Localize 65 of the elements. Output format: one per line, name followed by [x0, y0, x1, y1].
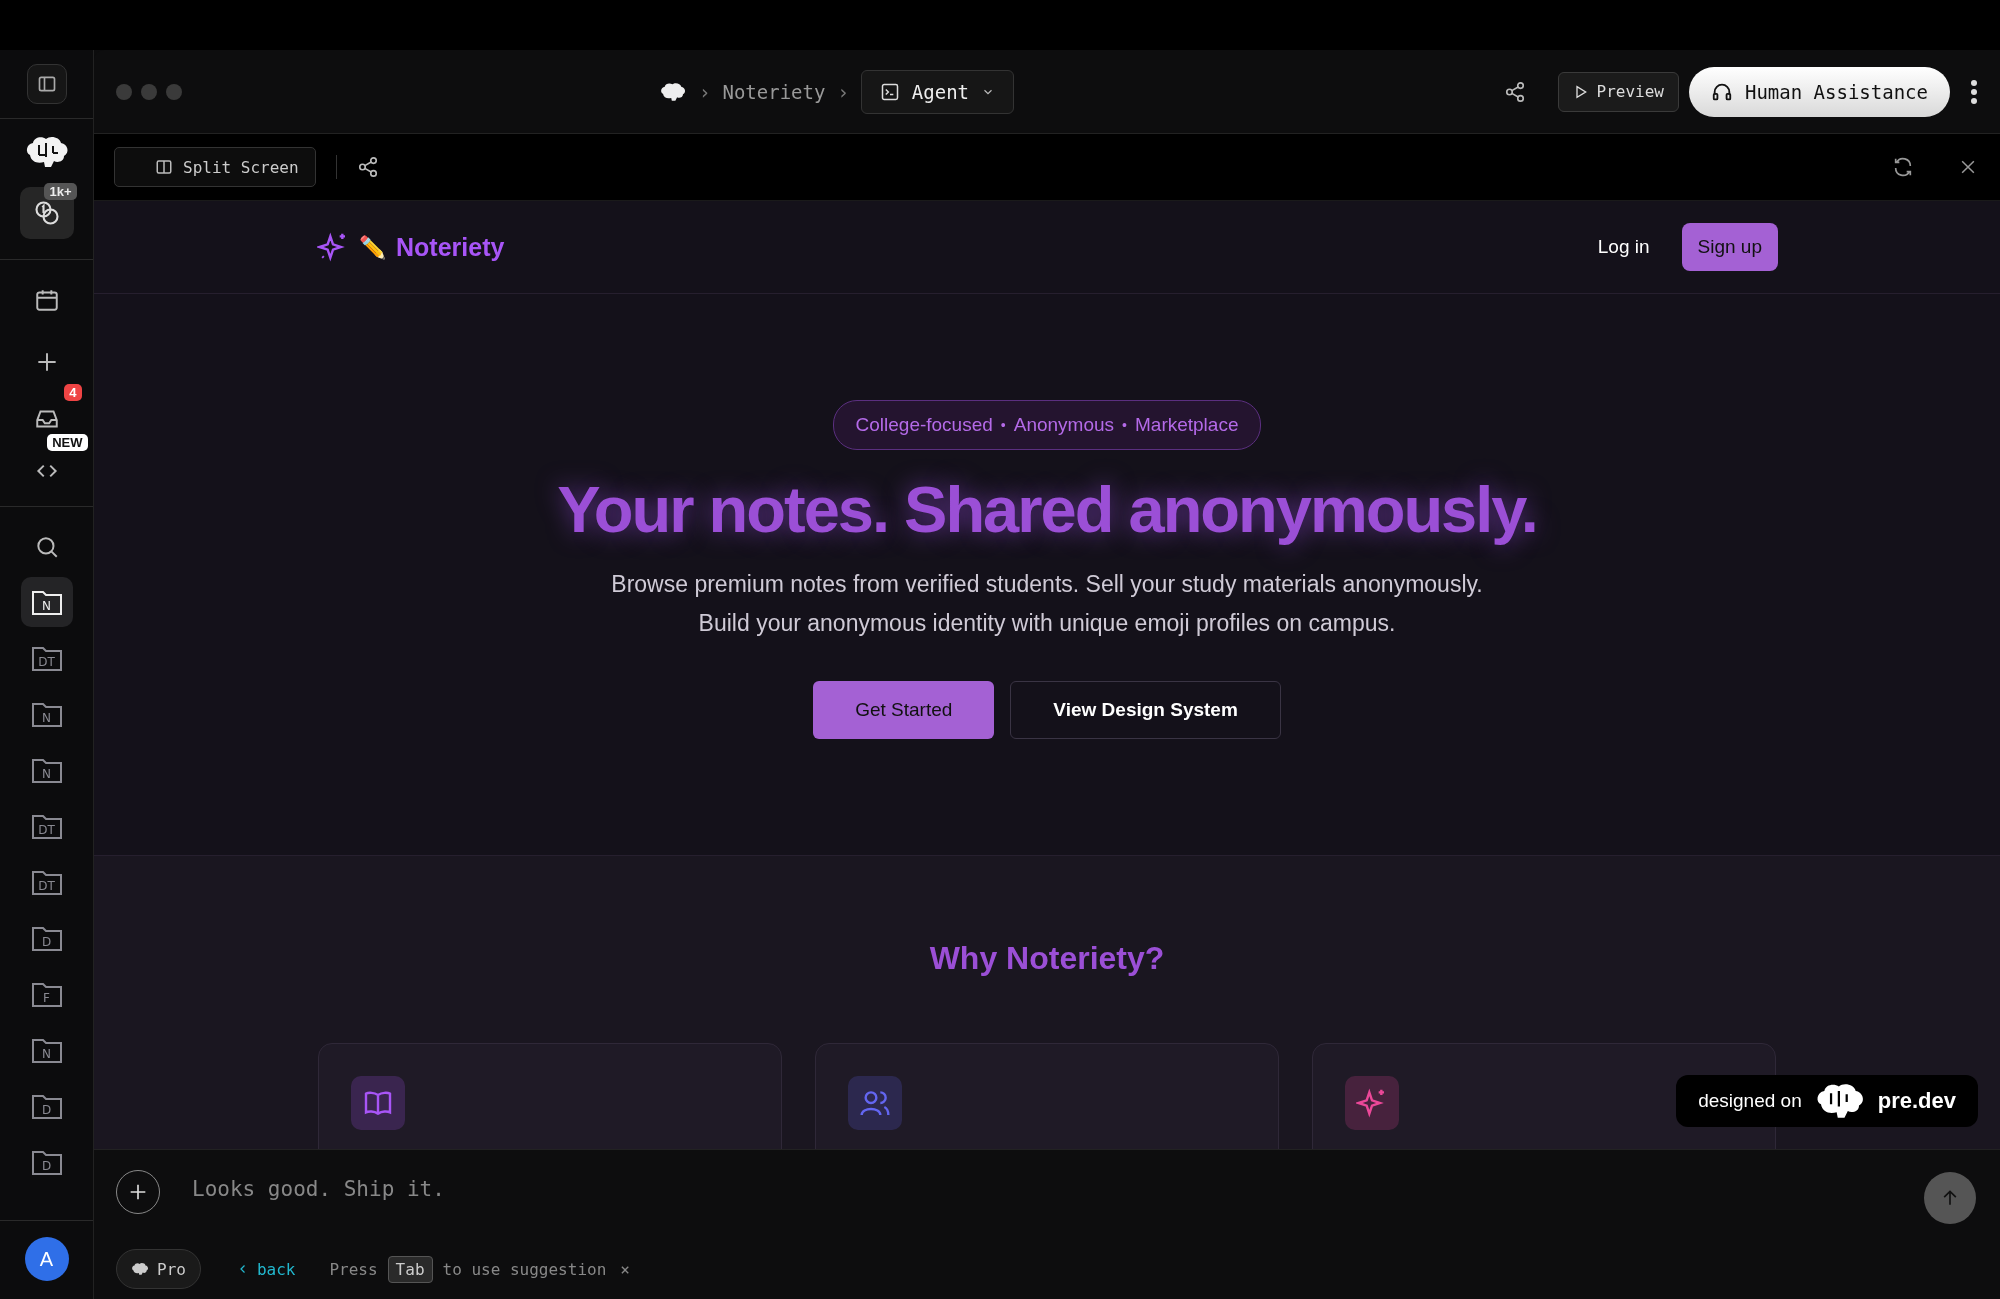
folder-icon [30, 812, 63, 840]
project-folder[interactable]: DT [20, 801, 73, 851]
folder-icon [30, 756, 63, 784]
model-selector[interactable]: Pro [116, 1249, 201, 1289]
project-folder[interactable]: N [20, 577, 73, 627]
breadcrumb-separator: › [699, 80, 711, 103]
log-in-link[interactable]: Log in [1597, 236, 1650, 258]
sidebar-toggle-icon [36, 74, 57, 94]
new-badge: NEW [47, 434, 88, 451]
message-input[interactable]: Looks good. Ship it. [190, 1170, 1894, 1208]
sign-up-button[interactable]: Sign up [1681, 223, 1778, 271]
window-dots-icon [116, 83, 182, 100]
get-started-button[interactable]: Get Started [813, 681, 995, 739]
split-screen-button[interactable]: Split Screen [114, 147, 316, 187]
send-button[interactable] [1924, 1172, 1976, 1224]
folder-icon [30, 868, 63, 896]
folder-icon [30, 924, 63, 952]
folder-icon [30, 1148, 63, 1176]
hint-text: to use suggestion [442, 1259, 607, 1279]
share-icon[interactable] [356, 156, 379, 178]
project-folder[interactable]: N [20, 689, 73, 739]
human-assistance-button[interactable]: Human Assistance [1688, 66, 1950, 117]
view-design-system-button[interactable]: View Design System [1010, 681, 1281, 739]
tagline-pill: College-focused • Anonymous • Marketplace [832, 400, 1262, 450]
preview-button[interactable]: Preview [1557, 71, 1679, 112]
project-folder[interactable]: DT [20, 633, 73, 683]
designed-on-badge[interactable]: designed on pre.dev [1676, 1075, 1978, 1127]
project-folder[interactable]: N [20, 745, 73, 795]
refresh-icon[interactable] [1892, 156, 1914, 178]
mode-dropdown[interactable]: Agent [860, 69, 1015, 114]
hero-description: Browse premium notes from verified students. Sell your study materials anonymously. Build your anonymous identity with unique emoji profiles on campus. [610, 570, 1484, 638]
back-link[interactable]: back [236, 1259, 296, 1279]
sidebar-toggle-button[interactable] [26, 64, 67, 104]
dismiss-button[interactable]: × [616, 1259, 634, 1279]
project-folder[interactable]: F [20, 969, 73, 1019]
folder-icon [30, 980, 63, 1008]
project-breadcrumb[interactable]: Noteriety [722, 80, 826, 103]
project-folder[interactable]: DT [20, 857, 73, 907]
project-folder[interactable]: D [20, 1081, 73, 1131]
folder-icon [30, 1036, 63, 1064]
breadcrumb-separator: › [837, 80, 849, 103]
project-folder[interactable]: N [20, 1025, 73, 1075]
user-avatar[interactable]: A [24, 1237, 69, 1281]
folder-icon [30, 700, 63, 728]
section-title: Why Noteriety? [929, 940, 1165, 977]
project-folder[interactable]: D [20, 913, 73, 963]
pencil-emoji: ✏ [359, 234, 386, 260]
coins-icon [32, 199, 61, 227]
hero-title: Your notes. Shared anonymously. [557, 472, 1537, 547]
tab-key: Tab [387, 1255, 433, 1283]
brain-logo-icon [659, 81, 687, 102]
credits-badge: 1k+ [44, 183, 77, 200]
folder-icon [30, 1092, 63, 1120]
inbox-count-badge: 4 [64, 384, 82, 401]
hint-text: Press [329, 1259, 378, 1279]
more-menu-icon[interactable] [1970, 78, 1978, 105]
split-view-icon [155, 158, 173, 176]
brain-icon [131, 1262, 149, 1276]
share-icon[interactable] [1503, 80, 1526, 103]
terminal-icon [879, 81, 900, 102]
calendar-icon [33, 287, 60, 313]
folder-icon [30, 588, 63, 616]
folder-icon [30, 644, 63, 672]
brand-name[interactable]: Noteriety [396, 232, 505, 262]
project-folder[interactable]: D [20, 1137, 73, 1187]
